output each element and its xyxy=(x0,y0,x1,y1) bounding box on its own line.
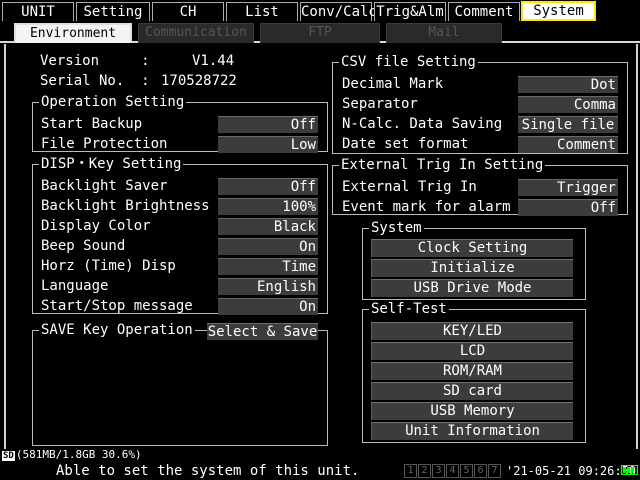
tab-trig-alm[interactable]: Trig&Alm xyxy=(374,2,446,21)
channel-indicator: 3 xyxy=(432,464,445,478)
tab-conv-calc[interactable]: Conv/Calc xyxy=(300,2,377,21)
save-key-operation-group: SAVE Key Operation Select & Save xyxy=(32,321,328,446)
usb-memory-test-button[interactable]: USB Memory xyxy=(371,402,573,420)
environment-panel: Version : V1.44 Serial No. : 170528722 O… xyxy=(4,44,638,449)
external-trig-setting-group: External Trig In Setting External Trig I… xyxy=(332,156,628,216)
start-stop-message-value[interactable]: On xyxy=(218,298,318,315)
beep-sound-value[interactable]: On xyxy=(218,238,318,255)
save-key-operation-title: SAVE Key Operation xyxy=(39,321,195,339)
start-stop-message-label: Start/Stop message xyxy=(41,298,193,314)
storage-text: (581MB/1.8GB 30.6%) xyxy=(15,448,142,461)
external-trig-in-value[interactable]: Trigger xyxy=(518,179,618,196)
clock-setting-button[interactable]: Clock Setting xyxy=(371,239,573,257)
serial-value: 170528722 xyxy=(161,73,237,89)
decimal-mark-label: Decimal Mark xyxy=(342,76,444,92)
event-mark-alarm-value[interactable]: Off xyxy=(518,199,618,216)
sd-card-test-button[interactable]: SD card xyxy=(371,382,573,400)
n-calc-data-saving-label: N-Calc. Data Saving xyxy=(342,116,503,132)
unit-information-button[interactable]: Unit Information xyxy=(371,422,573,440)
display-color-label: Display Color xyxy=(41,218,151,234)
serial-label: Serial No. : xyxy=(40,73,150,89)
channel-indicator: 4 xyxy=(446,464,459,478)
usb-drive-mode-button[interactable]: USB Drive Mode xyxy=(371,279,573,297)
lcd-test-button[interactable]: LCD xyxy=(371,342,573,360)
tab-setting[interactable]: Setting xyxy=(76,2,150,21)
backlight-saver-label: Backlight Saver xyxy=(41,178,168,194)
separator-label: Separator xyxy=(342,96,418,112)
version-label: Version : xyxy=(40,53,150,69)
operation-setting-group: Operation Setting Start Backup Off File … xyxy=(32,93,328,153)
subtab-ftp: FTP xyxy=(260,23,380,43)
language-value[interactable]: English xyxy=(218,278,318,295)
disp-key-setting-group: DISP・Key Setting Backlight Saver Off Bac… xyxy=(32,155,328,315)
sub-tab-bar: Environment Communication FTP Mail xyxy=(0,21,640,43)
tab-comment[interactable]: Comment xyxy=(448,2,520,21)
beep-sound-label: Beep Sound xyxy=(41,238,126,254)
operation-setting-title: Operation Setting xyxy=(39,93,187,111)
subtab-mail: Mail xyxy=(386,23,502,43)
version-value: V1.44 xyxy=(192,53,235,69)
horz-time-disp-label: Horz (Time) Disp xyxy=(41,258,176,274)
channel-indicator: 6 xyxy=(474,464,487,478)
battery-icon xyxy=(621,465,638,475)
channel-indicator: 7 xyxy=(488,464,501,478)
self-test-title: Self-Test xyxy=(369,300,449,318)
backlight-brightness-value[interactable]: 100% xyxy=(218,198,318,215)
date-set-format-label: Date set format xyxy=(342,136,469,152)
horz-time-disp-value[interactable]: Time xyxy=(218,258,318,275)
channel-indicator: 1 xyxy=(404,464,417,478)
channel-indicator: 2 xyxy=(418,464,431,478)
initialize-button[interactable]: Initialize xyxy=(371,259,573,277)
file-protection-value[interactable]: Low xyxy=(218,136,318,153)
system-group: System Clock Setting Initialize USB Driv… xyxy=(362,219,586,300)
key-led-test-button[interactable]: KEY/LED xyxy=(371,322,573,340)
display-color-value[interactable]: Black xyxy=(218,218,318,235)
clock-datetime: '21-05-21 09:26:50 xyxy=(506,464,637,478)
tab-list[interactable]: List xyxy=(226,2,298,21)
tab-unit[interactable]: UNIT xyxy=(2,2,74,21)
storage-status: SD (581MB/1.8GB 30.6%) xyxy=(2,449,142,461)
self-test-group: Self-Test KEY/LED LCD ROM/RAM SD card US… xyxy=(362,300,586,443)
n-calc-data-saving-value[interactable]: Single file xyxy=(518,116,618,133)
decimal-mark-value[interactable]: Dot xyxy=(518,76,618,93)
subtab-communication: Communication xyxy=(138,23,254,43)
system-title: System xyxy=(369,219,424,237)
date-set-format-value[interactable]: Comment xyxy=(518,136,618,153)
file-protection-label: File Protection xyxy=(41,136,168,152)
csv-file-setting-group: CSV file Setting Decimal Mark Dot Separa… xyxy=(332,53,628,154)
tab-system[interactable]: System xyxy=(521,1,596,21)
status-message: Able to set the system of this unit. xyxy=(56,463,360,479)
separator-value[interactable]: Comma xyxy=(518,96,618,113)
subtab-environment[interactable]: Environment xyxy=(14,23,132,43)
event-mark-alarm-label: Event mark for alarm xyxy=(342,199,511,215)
csv-file-setting-title: CSV file Setting xyxy=(339,53,478,71)
save-key-operation-value[interactable]: Select & Save xyxy=(207,323,318,340)
external-trig-setting-title: External Trig In Setting xyxy=(339,156,546,174)
backlight-brightness-label: Backlight Brightness xyxy=(41,198,210,214)
sd-card-icon: SD xyxy=(2,451,15,461)
backlight-saver-value[interactable]: Off xyxy=(218,178,318,195)
rom-ram-test-button[interactable]: ROM/RAM xyxy=(371,362,573,380)
disp-key-setting-title: DISP・Key Setting xyxy=(39,155,184,173)
tab-ch[interactable]: CH xyxy=(152,2,224,21)
language-label: Language xyxy=(41,278,109,294)
start-backup-value[interactable]: Off xyxy=(218,116,318,133)
top-tab-bar: UNIT Setting CH List Conv/Calc Trig&Alm … xyxy=(0,0,640,21)
start-backup-label: Start Backup xyxy=(41,116,143,132)
channel-indicator: 5 xyxy=(460,464,473,478)
external-trig-in-label: External Trig In xyxy=(342,179,477,195)
